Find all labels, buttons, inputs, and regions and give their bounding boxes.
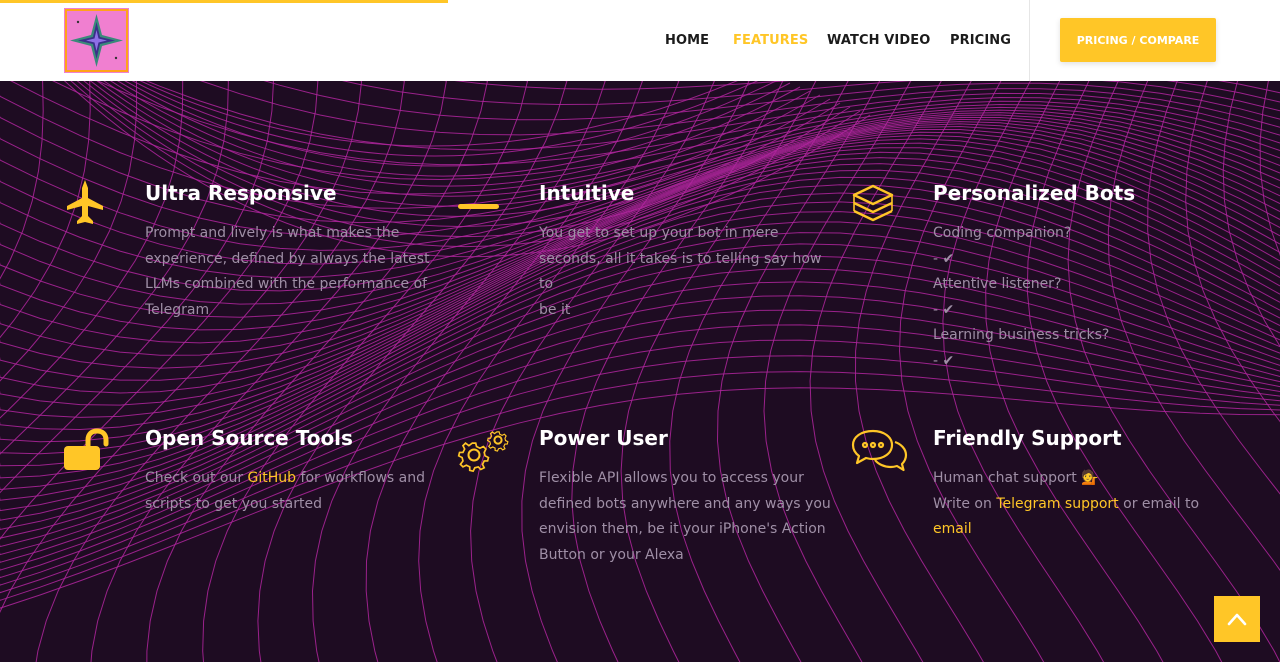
back-to-top-button[interactable] xyxy=(1214,596,1260,642)
chat-bubbles-icon xyxy=(851,428,909,478)
nav-features[interactable]: FEATURES xyxy=(733,33,808,48)
nav-pricing[interactable]: PRICING xyxy=(950,33,1011,48)
gears-icon xyxy=(457,428,509,478)
feature-title: Personalized Bots xyxy=(933,181,1136,205)
chevron-up-icon xyxy=(1227,613,1247,626)
feature-description: Coding companion? - ✔ Attentive listener… xyxy=(933,225,1110,369)
dash-icon xyxy=(458,196,508,209)
feature-description: Prompt and lively is what makes the expe… xyxy=(145,225,430,318)
feature-title: Power User xyxy=(539,426,668,450)
feature-description: You get to set up your bot in mere secon… xyxy=(539,225,822,318)
site-logo[interactable] xyxy=(64,8,129,73)
feature-description: Check out our GitHub for workflows and s… xyxy=(145,470,426,512)
feature-title: Intuitive xyxy=(539,181,635,205)
feature-description: Flexible API allows you to access your d… xyxy=(539,470,831,563)
layers-icon xyxy=(851,183,901,233)
nav-home[interactable]: HOME xyxy=(665,33,709,48)
feature-title: Open Source Tools xyxy=(145,426,353,450)
feature-title: Friendly Support xyxy=(933,426,1122,450)
feature-title: Ultra Responsive xyxy=(145,181,337,205)
pricing-compare-button[interactable]: PRICING / COMPARE xyxy=(1060,18,1216,62)
nav-watch-video[interactable]: WATCH VIDEO xyxy=(827,33,930,48)
feature-description: Human chat support 💁 Write on Telegram s… xyxy=(933,470,1200,537)
site-header: HOME FEATURES WATCH VIDEO PRICING PRICIN… xyxy=(0,0,1280,81)
telegram-support-link[interactable]: Telegram support xyxy=(996,496,1118,512)
github-link[interactable]: GitHub xyxy=(248,470,297,486)
email-link[interactable]: email xyxy=(933,521,972,537)
header-divider xyxy=(1029,0,1030,81)
jet-icon xyxy=(64,178,114,228)
scroll-progress-bar xyxy=(0,0,448,3)
unlock-icon xyxy=(62,428,112,478)
